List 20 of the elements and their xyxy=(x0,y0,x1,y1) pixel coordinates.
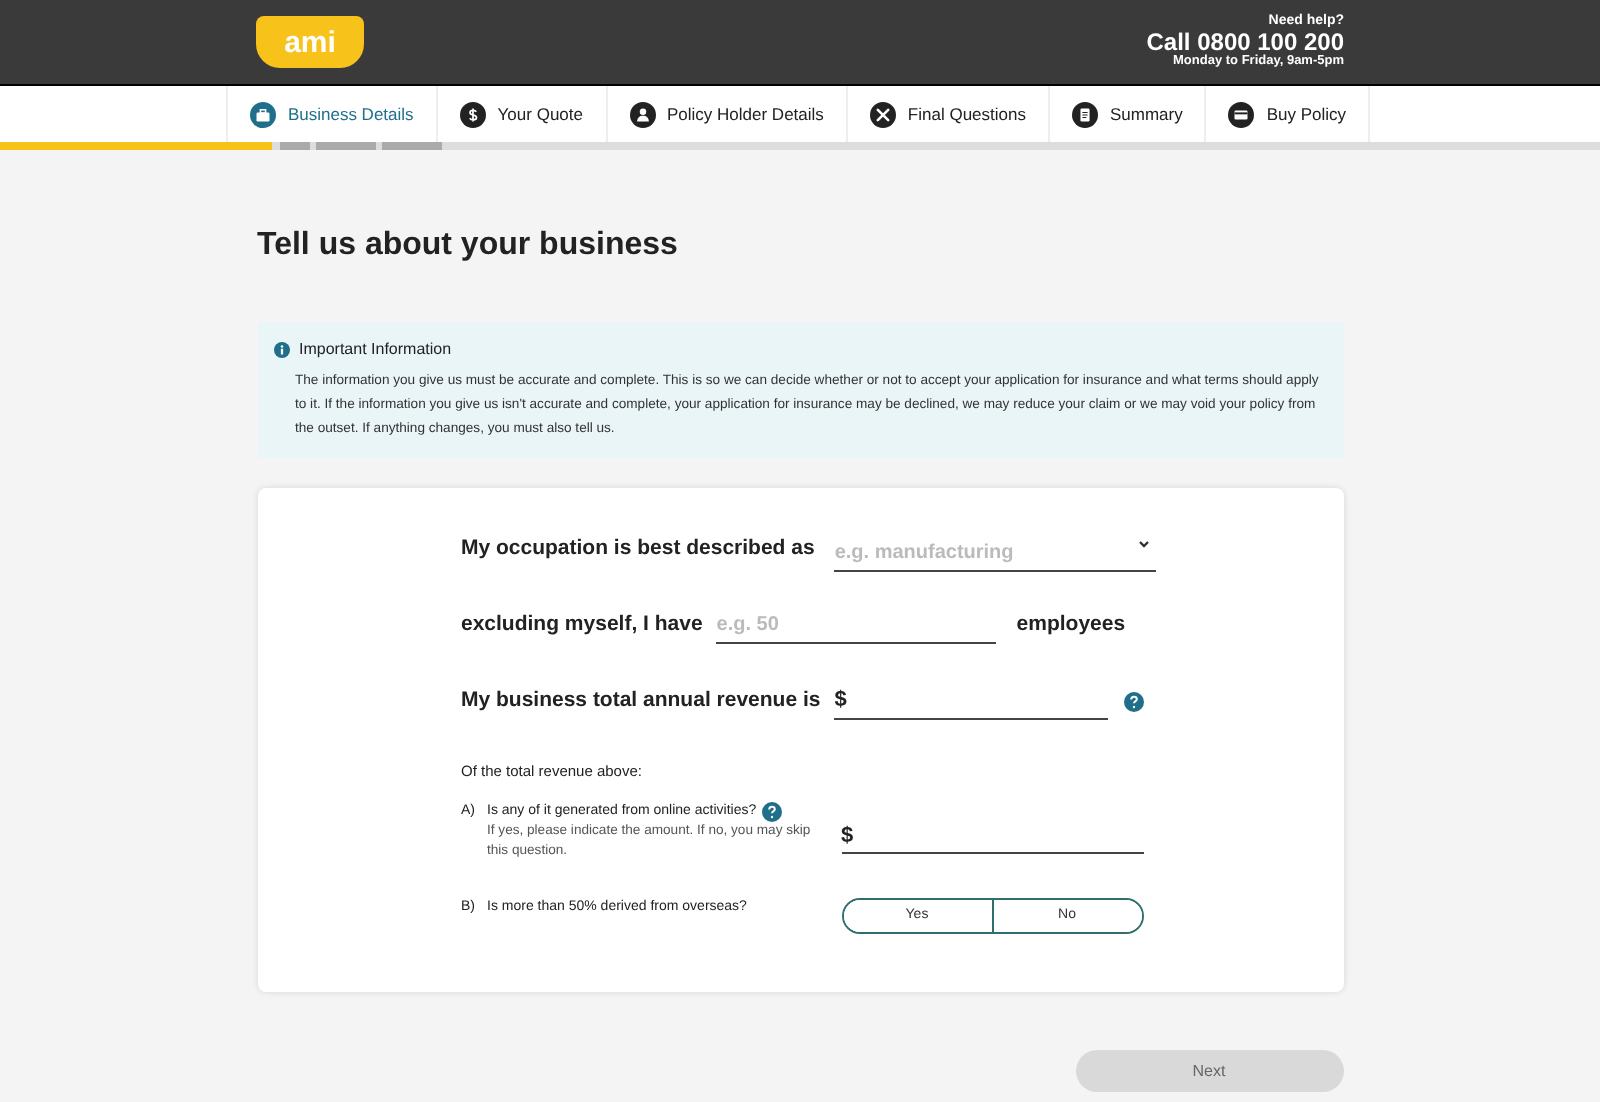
page-heading: Tell us about your business xyxy=(257,226,680,266)
input-field[interactable]: e.g. 50 xyxy=(716,608,997,644)
input-field[interactable]: $ xyxy=(834,684,1107,720)
card-icon xyxy=(1228,101,1255,127)
input-field[interactable]: $ xyxy=(841,818,1143,855)
phone-number: Call 0800 100 200 xyxy=(1146,30,1344,55)
document-icon xyxy=(1071,101,1098,127)
field-label: My occupation is best described as xyxy=(461,534,815,565)
person-icon xyxy=(629,101,655,127)
chevron-down-icon xyxy=(1136,536,1153,552)
field-label: My business total annual revenue is xyxy=(461,686,821,717)
briefcase-icon xyxy=(249,101,276,127)
notice-title: Important Information xyxy=(299,338,452,362)
field-suffix: employees xyxy=(1016,610,1126,641)
info-icon xyxy=(273,342,289,358)
dollar-icon xyxy=(459,101,486,127)
field-label: excluding myself, I have xyxy=(461,610,703,641)
help-icon[interactable] xyxy=(762,802,783,823)
help-icon[interactable] xyxy=(1123,692,1143,712)
dropdown-field[interactable]: e.g. manufacturing xyxy=(834,536,1157,572)
